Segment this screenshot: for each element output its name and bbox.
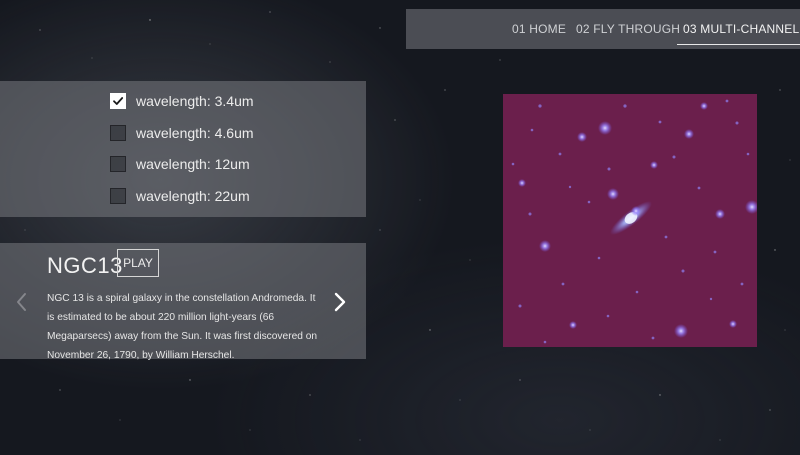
galaxy-title: NGC13 — [47, 253, 123, 278]
wavelength-option-12um[interactable]: wavelength: 12um — [110, 154, 250, 174]
chevron-left-icon[interactable] — [16, 292, 28, 312]
wavelength-panel: wavelength: 3.4um wavelength: 4.6um wave… — [0, 81, 366, 217]
nav-item-fly-through[interactable]: 02 FLY THROUGH — [576, 9, 680, 49]
galaxy-image-render — [511, 99, 757, 344]
top-navigation: 01 HOME 02 FLY THROUGH 03 MULTI-CHANNEL — [406, 9, 800, 49]
galaxy-info-panel: NGC13 PLAY NGC 13 is a spiral galaxy in … — [0, 243, 366, 361]
checkbox-unchecked[interactable] — [110, 188, 126, 204]
checkbox-unchecked[interactable] — [110, 156, 126, 172]
nav-item-multi-channel[interactable]: 03 MULTI-CHANNEL — [676, 9, 800, 49]
play-button[interactable]: PLAY — [117, 249, 159, 277]
nav-item-home[interactable]: 01 HOME — [512, 9, 566, 49]
checkmark-icon — [113, 97, 124, 105]
chevron-right-icon[interactable] — [333, 292, 347, 312]
wavelength-label: wavelength: 12um — [136, 156, 250, 172]
galaxy-description: NGC 13 is a spiral galaxy in the constel… — [47, 293, 318, 361]
wavelength-label: wavelength: 4.6um — [136, 125, 254, 141]
wavelength-option-22um[interactable]: wavelength: 22um — [110, 186, 250, 206]
galaxy-core — [610, 201, 652, 235]
galaxy-image — [503, 94, 757, 347]
wavelength-option-4-6um[interactable]: wavelength: 4.6um — [110, 123, 254, 143]
wavelength-label: wavelength: 3.4um — [136, 93, 254, 109]
wavelength-label: wavelength: 22um — [136, 188, 250, 204]
checkbox-unchecked[interactable] — [110, 125, 126, 141]
checkbox-checked[interactable] — [110, 93, 126, 109]
wavelength-option-3-4um[interactable]: wavelength: 3.4um — [110, 91, 254, 111]
